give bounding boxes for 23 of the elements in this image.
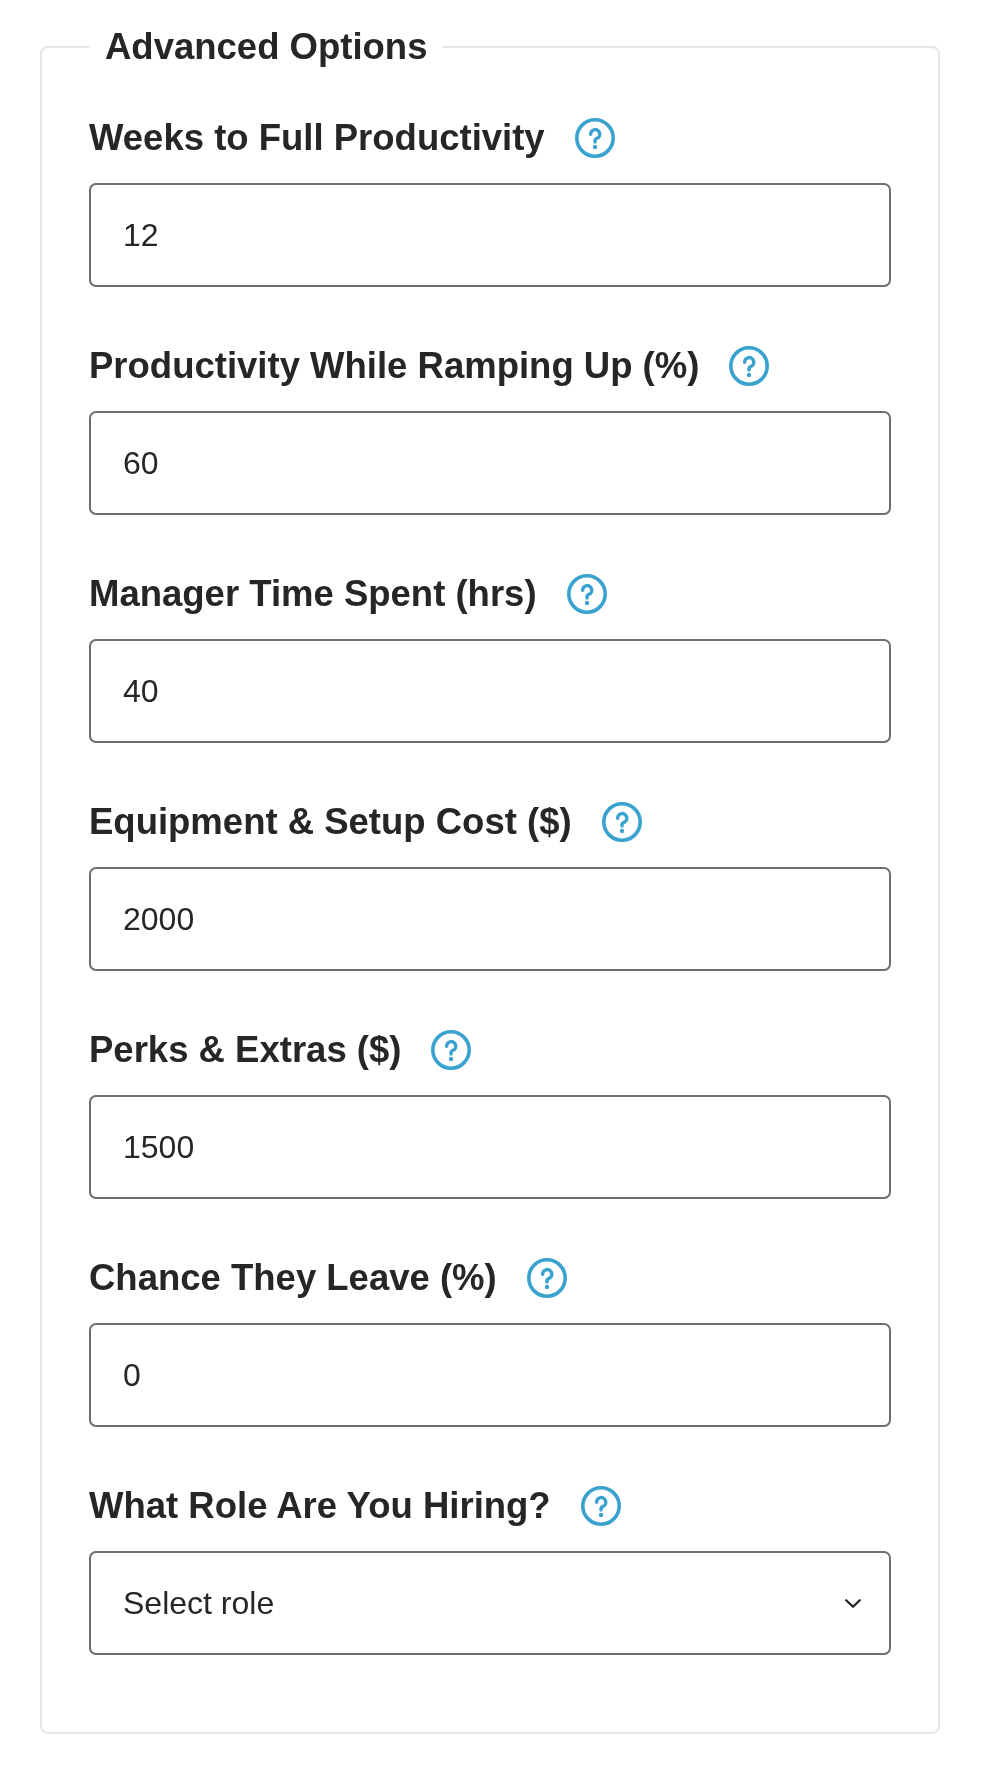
help-icon[interactable] xyxy=(566,574,607,614)
input-field[interactable]: 40 xyxy=(89,639,891,743)
role-select[interactable]: Select role xyxy=(89,1551,891,1655)
field-label: Weeks to Full Productivity xyxy=(89,117,545,159)
input-field[interactable]: 2000 xyxy=(89,867,891,971)
help-icon[interactable] xyxy=(574,118,615,158)
help-icon[interactable] xyxy=(601,802,642,842)
help-icon[interactable] xyxy=(729,346,770,386)
help-icon[interactable] xyxy=(580,1486,621,1526)
field-label: What Role Are You Hiring? xyxy=(89,1485,551,1527)
help-icon[interactable] xyxy=(431,1030,472,1070)
field-label: Perks & Extras ($) xyxy=(89,1029,402,1071)
field-label: Chance They Leave (%) xyxy=(89,1257,497,1299)
chevron-down-icon xyxy=(845,1598,861,1608)
input-field[interactable]: 1500 xyxy=(89,1095,891,1199)
panel-title: Advanced Options xyxy=(104,25,429,68)
help-icon[interactable] xyxy=(526,1258,567,1298)
input-field[interactable]: 0 xyxy=(89,1323,891,1427)
field-label: Manager Time Spent (hrs) xyxy=(89,573,537,615)
input-field[interactable]: 60 xyxy=(89,411,891,515)
field-label: Productivity While Ramping Up (%) xyxy=(89,345,700,387)
input-field[interactable]: 12 xyxy=(89,183,891,287)
field-label: Equipment & Setup Cost ($) xyxy=(89,801,572,843)
